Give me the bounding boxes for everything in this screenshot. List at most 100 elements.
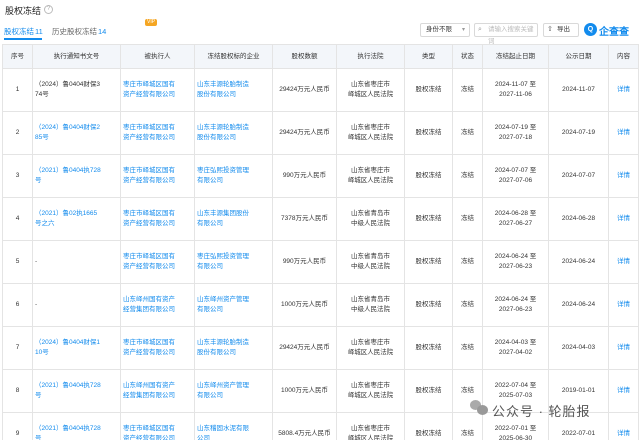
freeze-period: 2024-07-07 至 2027-07-06	[482, 154, 549, 198]
freeze-type: 股权冻结	[404, 154, 453, 198]
freeze-status: 冻结	[452, 154, 483, 198]
publish-date: 2024-04-03	[548, 326, 609, 370]
detail-link[interactable]: 详情	[608, 68, 639, 112]
watermark-text: 公众号 · 轮胎报	[492, 404, 591, 419]
table-row: 1 （2024）鲁0404财保3 74号 枣庄市峄城区国有 资产经营有限公司 山东丰源轮胎…	[2, 68, 639, 112]
publish-date: 2024-06-28	[548, 197, 609, 241]
freeze-type: 股权冻结	[404, 326, 453, 370]
detail-link[interactable]: 详情	[608, 369, 639, 413]
search-icon: ⌕	[478, 26, 482, 33]
freeze-period: 2024-06-24 至 2027-06-23	[482, 240, 549, 284]
freeze-status: 冻结	[452, 283, 483, 327]
identity-filter-select[interactable]: 身份不限 ▾	[420, 23, 470, 37]
executing-court: 山东省青岛市 中级人民法院	[336, 240, 405, 284]
export-button[interactable]: ⇧ 导出	[543, 23, 579, 37]
column-header: 类型	[404, 44, 453, 69]
tab-count: 14	[98, 27, 107, 36]
detail-link[interactable]: 详情	[608, 197, 639, 241]
tab-count: 11	[35, 27, 43, 36]
column-header: 状态	[452, 44, 483, 69]
equity-amount: 29424万元人民币	[272, 111, 337, 155]
detail-link[interactable]: 详情	[608, 326, 639, 370]
target-company-link[interactable]: 山东峄州资产管理 有限公司	[194, 283, 273, 327]
detail-link[interactable]: 详情	[608, 240, 639, 284]
target-company-link[interactable]: 山东丰源轮胎制造 股份有限公司	[194, 326, 273, 370]
page-title: 股权冻结	[5, 6, 42, 16]
freeze-period: 2024-04-03 至 2027-04-02	[482, 326, 549, 370]
search-input[interactable]: ⌕ 请输入搜索关键词	[474, 23, 538, 45]
notice-doc-number[interactable]: （2021）鲁0404执728 号	[32, 154, 121, 198]
table-row: 6- 山东峄州国有资产 经营集团有限公司 山东峄州资产管理 有限公司 1000万元人民币山…	[2, 283, 639, 327]
freeze-status: 冻结	[452, 326, 483, 370]
target-company-link[interactable]: 山东稽固水泥有限 公司	[194, 412, 273, 440]
top-bar: 股权冻结 ? 股权冻结11 历史股权冻结14 VIP 身份不限 ▾ ⌕ 请输入搜…	[0, 0, 640, 45]
target-company-link[interactable]: 山东丰源集团股份 有限公司	[194, 197, 273, 241]
table-row: 3 （2021）鲁0404执728 号枣庄市峄城区国有 资产经营有限公司 枣庄弘熙投资管…	[2, 154, 639, 198]
target-company-link[interactable]: 枣庄弘熙投资管理 有限公司	[194, 240, 273, 284]
export-label: 导出	[557, 26, 570, 33]
row-number: 3	[2, 154, 33, 198]
detail-link[interactable]: 详情	[608, 283, 639, 327]
publish-date: 2024-07-07	[548, 154, 609, 198]
freeze-type: 股权冻结	[404, 197, 453, 241]
executee-link[interactable]: 枣庄市峄城区国有 资产经营有限公司	[120, 197, 195, 241]
detail-link[interactable]: 详情	[608, 111, 639, 155]
tab-equity-freeze[interactable]: 股权冻结11	[4, 26, 43, 37]
table-header-row: 序号 执行通知书文号 被执行人 冻结股权标的企业 股权数额 执行法院 类型 状态 冻结起止日期公…	[2, 44, 639, 69]
executee-link[interactable]: 枣庄市峄城区国有 资产经营有限公司	[120, 154, 195, 198]
table-row: 4 （2021）鲁02执1665 号之六 枣庄市峄城区国有 资产经营有限公司 山东丰源集团…	[2, 197, 639, 241]
equity-amount: 7378万元人民币	[272, 197, 337, 241]
column-header: 股权数额	[272, 44, 337, 69]
freeze-type: 股权冻结	[404, 283, 453, 327]
executee-link[interactable]: 山东峄州国有资产 经营集团有限公司	[120, 283, 195, 327]
row-number: 4	[2, 197, 33, 241]
row-number: 2	[2, 111, 33, 155]
freeze-status: 冻结	[452, 412, 483, 440]
target-company-link[interactable]: 枣庄弘熙投资管理 有限公司	[194, 154, 273, 198]
executing-court: 山东省枣庄市 峄城区人民法院	[336, 68, 405, 112]
equity-amount: 29424万元人民币	[272, 68, 337, 112]
target-company-link[interactable]: 山东丰源轮胎制造 股份有限公司	[194, 111, 273, 155]
column-header: 冻结起止日期	[482, 44, 549, 69]
equity-freeze-table: 序号 执行通知书文号 被执行人 冻结股权标的企业 股权数额 执行法院 类型 状态 冻结起止日期公…	[2, 44, 639, 440]
executee-link[interactable]: 枣庄市峄城区国有 资产经营有限公司	[120, 326, 195, 370]
equity-amount: 990万元人民币	[272, 154, 337, 198]
row-number: 8	[2, 369, 33, 413]
target-company-link[interactable]: 山东丰源轮胎制造 股份有限公司	[194, 68, 273, 112]
chevron-down-icon: ▾	[461, 27, 465, 33]
row-number: 9	[2, 412, 33, 440]
executee-link[interactable]: 枣庄市峄城区国有 资产经营有限公司	[120, 111, 195, 155]
notice-doc-number[interactable]: （2021）鲁0404执728 号	[32, 412, 121, 440]
notice-doc-number[interactable]: （2021）鲁02执1665 号之六	[32, 197, 121, 241]
row-number: 1	[2, 68, 33, 112]
notice-doc-number[interactable]: （2024）鲁0404财保2 85号	[32, 111, 121, 155]
detail-link[interactable]: 详情	[608, 154, 639, 198]
notice-doc-number[interactable]: （2024）鲁0404财保1 10号	[32, 326, 121, 370]
equity-amount: 990万元人民币	[272, 240, 337, 284]
detail-link[interactable]: 详情	[608, 412, 639, 440]
executing-court: 山东省青岛市 中级人民法院	[336, 283, 405, 327]
executee-link[interactable]: 枣庄市峄城区国有 资产经营有限公司	[120, 412, 195, 440]
table-row: 7 （2024）鲁0404财保1 10号 枣庄市峄城区国有 资产经营有限公司 山东丰源轮胎…	[2, 326, 639, 370]
freeze-status: 冻结	[452, 197, 483, 241]
tab-history-equity-freeze[interactable]: 历史股权冻结14 VIP	[52, 19, 158, 37]
row-number: 6	[2, 283, 33, 327]
column-header: 被执行人	[120, 44, 195, 69]
equity-amount: 1000万元人民币	[272, 283, 337, 327]
freeze-period: 2024-06-28 至 2027-06-27	[482, 197, 549, 241]
target-company-link[interactable]: 山东峄州资产管理 有限公司	[194, 369, 273, 413]
search-placeholder: 请输入搜索关键词	[488, 26, 534, 45]
row-number: 7	[2, 326, 33, 370]
equity-amount: 1000万元人民币	[272, 369, 337, 413]
column-header: 序号	[2, 44, 33, 69]
executing-court: 山东省枣庄市 峄城区人民法院	[336, 412, 405, 440]
table-body: 1 （2024）鲁0404财保3 74号 枣庄市峄城区国有 资产经营有限公司 山东丰源轮胎…	[2, 68, 639, 440]
executee-link[interactable]: 山东峄州国有资产 经营集团有限公司	[120, 369, 195, 413]
executee-link[interactable]: 枣庄市峄城区国有 资产经营有限公司	[120, 240, 195, 284]
help-icon[interactable]: ?	[44, 5, 53, 14]
executing-court: 山东省青岛市 中级人民法院	[336, 197, 405, 241]
logo-text: 企查查	[599, 27, 629, 38]
notice-doc-number[interactable]: （2021）鲁0404执728 号	[32, 369, 121, 413]
executee-link[interactable]: 枣庄市峄城区国有 资产经营有限公司	[120, 68, 195, 112]
tab-label: 股权冻结	[4, 27, 34, 36]
